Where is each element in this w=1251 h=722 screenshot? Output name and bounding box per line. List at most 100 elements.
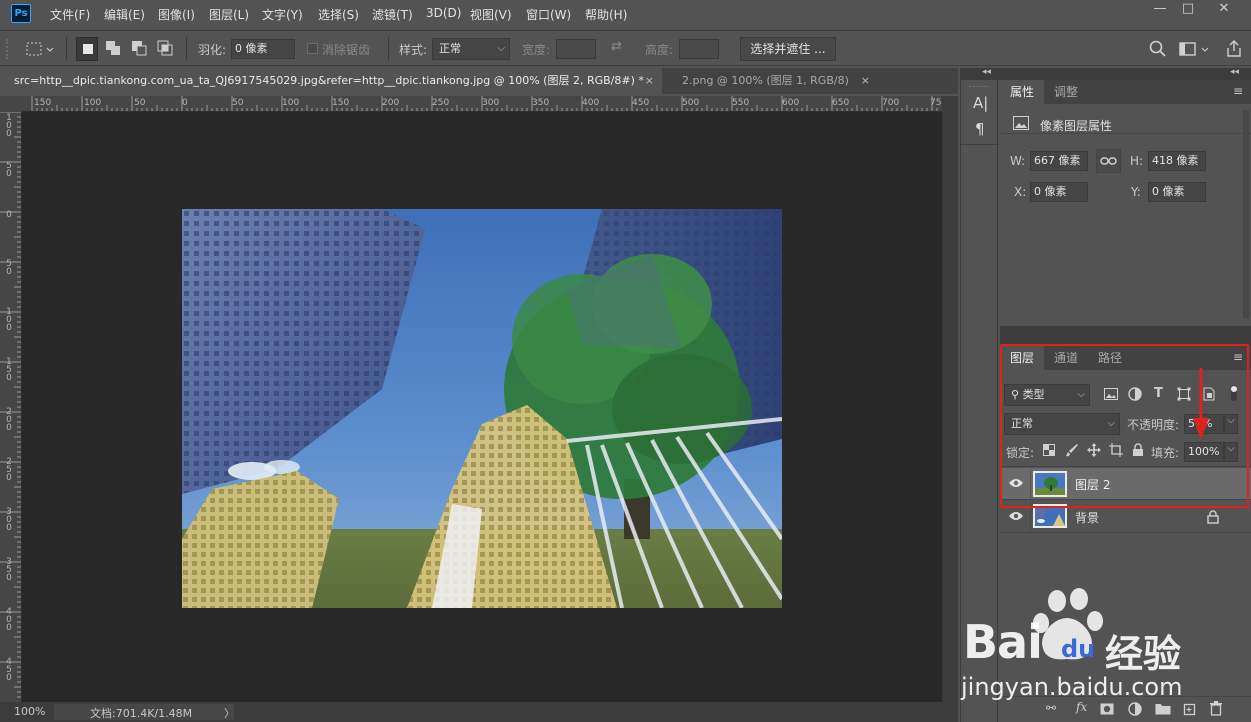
style-select[interactable]: 正常 ⌵ [432, 38, 510, 60]
share-button[interactable] [1224, 39, 1244, 59]
adjustment-layer-icon[interactable] [1128, 702, 1142, 716]
link-dimensions-button[interactable] [1096, 149, 1121, 173]
lock-brush-icon[interactable] [1065, 443, 1079, 457]
menu-layer[interactable]: 图层(L) [209, 6, 249, 23]
layer-style-fx-icon[interactable]: fx [1076, 700, 1087, 714]
menu-filter[interactable]: 滤镜(T) [372, 6, 413, 23]
menu-3d[interactable]: 3D(D) [426, 6, 461, 20]
delete-layer-icon[interactable] [1209, 701, 1223, 716]
fill-input[interactable]: 100% [1184, 442, 1224, 462]
grip-handle[interactable] [6, 39, 11, 59]
ruler-label: 700 [882, 98, 900, 108]
paragraph-panel-icon[interactable]: ¶ [975, 120, 985, 138]
eye-icon[interactable] [1008, 510, 1024, 522]
menu-help[interactable]: 帮助(H) [585, 6, 627, 23]
tab-paths[interactable]: 路径 [1088, 346, 1132, 370]
close-tab-icon[interactable]: × [645, 68, 654, 93]
opacity-dropdown[interactable]: ⌵ [1224, 414, 1238, 434]
filter-toggle[interactable] [1230, 384, 1238, 402]
menu-file[interactable]: 文件(F) [50, 6, 90, 23]
tab-layers[interactable]: 图层 [1000, 346, 1045, 370]
search-button[interactable] [1148, 39, 1168, 59]
subtract-selection-button[interactable] [128, 37, 150, 61]
blend-mode-select[interactable]: 正常 ⌵ [1004, 413, 1120, 435]
panel-menu-icon[interactable]: ≡ [1233, 350, 1243, 364]
menu-image[interactable]: 图像(I) [158, 6, 195, 23]
ruler-label: 3 0 0 [6, 507, 12, 533]
intersect-selection-button[interactable] [154, 37, 176, 61]
eye-icon[interactable] [1008, 477, 1024, 489]
status-menu-arrow[interactable]: 〉 [224, 705, 235, 721]
layer-width-input[interactable]: 667 像素 [1030, 151, 1088, 171]
menu-view[interactable]: 视图(V) [470, 6, 512, 23]
workspace-icon [1179, 42, 1209, 56]
share-icon [1227, 40, 1241, 57]
tab-channels[interactable]: 通道 [1044, 346, 1088, 370]
lock-move-icon[interactable] [1087, 443, 1101, 457]
ruler-label: 0 [182, 98, 188, 108]
menu-edit[interactable]: 编辑(E) [104, 6, 145, 23]
tab-document-1[interactable]: src=http__dpic.tiankong.com_ua_ta_QJ6917… [0, 68, 662, 94]
width-input[interactable] [556, 39, 596, 59]
filter-shape-icon[interactable] [1177, 387, 1191, 401]
tab-adjustments[interactable]: 调整 [1044, 80, 1088, 104]
tab-document-2[interactable]: 2.png @ 100% (图层 1, RGB/8) × [668, 68, 878, 94]
lock-artboard-icon[interactable] [1109, 443, 1123, 457]
collapse-panels-icon[interactable]: ◂◂ [1230, 67, 1239, 77]
ruler-label: 200 [382, 98, 400, 108]
filter-type-icon[interactable]: T [1154, 386, 1163, 401]
select-and-mask-button[interactable]: 选择并遮住 ... [740, 37, 836, 61]
marquee-tool-preset[interactable] [24, 39, 54, 59]
lock-transparent-icon[interactable] [1043, 444, 1055, 456]
layer-name[interactable]: 背景 [1075, 509, 1099, 526]
menu-type[interactable]: 文字(Y) [262, 6, 303, 23]
collapse-panels-icon[interactable]: ◂◂ [982, 67, 991, 77]
panel-menu-icon[interactable]: ≡ [1233, 84, 1243, 98]
layer-y-input[interactable]: 0 像素 [1148, 182, 1206, 202]
maximize-button[interactable]: □ [1174, 0, 1202, 20]
composite-photo [182, 209, 782, 608]
layer-x-input[interactable]: 0 像素 [1030, 182, 1088, 202]
layer-name[interactable]: 图层 2 [1075, 476, 1110, 493]
zoom-level[interactable]: 100% [14, 705, 45, 718]
tab-properties[interactable]: 属性 [1000, 80, 1045, 104]
minimize-button[interactable]: — [1146, 0, 1174, 20]
filter-pixel-icon[interactable] [1104, 387, 1118, 401]
ruler-corner[interactable] [0, 96, 22, 112]
workspace-switcher[interactable] [1178, 39, 1212, 59]
link-layers-icon[interactable]: ⚯ [1046, 701, 1056, 715]
properties-title: 像素图层属性 [1040, 119, 1113, 133]
antialias-checkbox[interactable] [307, 43, 318, 54]
properties-scrollbar[interactable] [1243, 110, 1249, 318]
fill-dropdown[interactable]: ⌵ [1224, 442, 1238, 462]
document-image[interactable] [182, 209, 782, 608]
collapsed-panel-strip: A| ¶ [960, 80, 999, 722]
canvas-vertical-scrollbar[interactable] [942, 96, 958, 702]
character-panel-icon[interactable]: A| [973, 94, 988, 112]
lock-all-icon[interactable] [1132, 443, 1144, 457]
add-selection-button[interactable] [102, 37, 124, 61]
height-input[interactable] [679, 39, 719, 59]
swap-dimensions-icon[interactable]: ⇄ [611, 39, 629, 59]
vertical-ruler[interactable]: 1 0 0 5 0 0 5 0 1 0 0 1 5 0 2 0 0 2 5 0 … [0, 112, 22, 702]
feather-label: 羽化: [198, 43, 227, 57]
menu-window[interactable]: 窗口(W) [526, 6, 571, 23]
filter-adjustment-icon[interactable] [1128, 387, 1142, 401]
new-selection-button[interactable] [76, 37, 98, 61]
new-group-icon[interactable] [1155, 702, 1171, 715]
width-label: 宽度: [522, 43, 551, 57]
menu-select[interactable]: 选择(S) [318, 6, 359, 23]
layer-row[interactable]: 背景 [1000, 501, 1251, 533]
close-tab-icon[interactable]: × [861, 68, 870, 93]
layer-filter-select[interactable]: ⚲ 类型 ⌵ [1004, 384, 1090, 406]
document-info[interactable]: 文档:701.4K/1.48M [90, 705, 192, 721]
feather-input[interactable]: 0 像素 [231, 39, 295, 59]
horizontal-ruler[interactable]: 150 100 50 0 50 100 150 200 250 300 350 … [22, 96, 942, 112]
new-layer-icon[interactable] [1182, 702, 1196, 716]
layer-height-input[interactable]: 418 像素 [1148, 151, 1206, 171]
layer-row-selected[interactable]: 图层 2 [1000, 468, 1251, 500]
add-mask-icon[interactable] [1100, 703, 1114, 715]
close-window-button[interactable]: ✕ [1210, 0, 1238, 20]
ruler-label: 2 0 0 [6, 407, 12, 433]
blend-mode-value: 正常 [1011, 417, 1033, 430]
